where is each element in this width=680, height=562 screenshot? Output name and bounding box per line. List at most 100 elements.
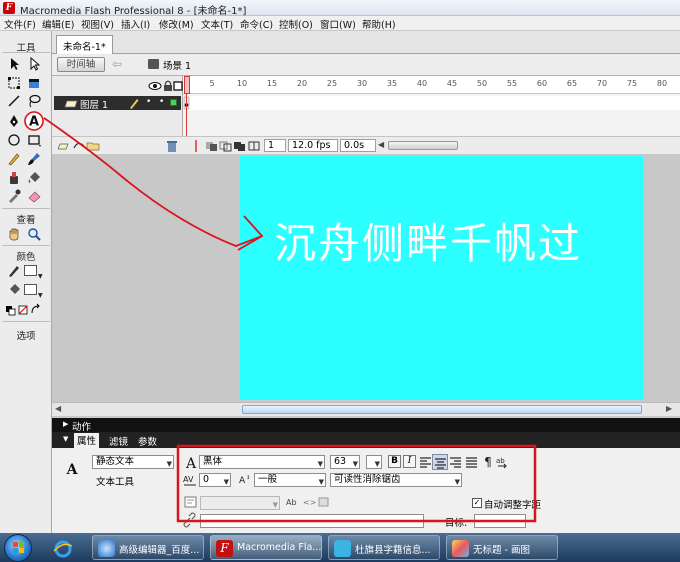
line-tool-icon[interactable]: [6, 93, 22, 109]
frame-rate-field[interactable]: 12.0 fps: [288, 139, 338, 152]
back-arrow-icon[interactable]: ⇦: [112, 57, 122, 71]
pencil-tool-icon[interactable]: [6, 151, 22, 167]
center-frame-icon[interactable]: [188, 138, 204, 154]
pen-tool-icon[interactable]: [6, 113, 22, 129]
tab-properties[interactable]: 属性: [74, 433, 100, 448]
stroke-color-icon: [6, 263, 22, 279]
frame-ruler[interactable]: 5 10 15 20 25 30 35 40 45 50 55 60 65 70…: [183, 76, 680, 94]
colors-heading: 颜色: [16, 252, 36, 263]
collapse-arrow-icon[interactable]: ▼: [63, 435, 68, 443]
tab-parameters[interactable]: 参数: [138, 434, 157, 448]
frame-number: 40: [416, 79, 428, 88]
justify-icon[interactable]: [464, 454, 480, 470]
taskbar-app-info[interactable]: 杜旗县字籍信息...: [328, 535, 440, 560]
scroll-left-icon[interactable]: ◀: [55, 404, 61, 413]
html-render-icon[interactable]: <>: [301, 494, 317, 510]
stage-text[interactable]: 沉舟侧畔千帆过: [274, 210, 582, 271]
no-color-icon[interactable]: [17, 302, 29, 318]
brush-tool-icon[interactable]: [26, 151, 42, 167]
baseline-select[interactable]: 一般 ▼: [254, 473, 326, 487]
link-field[interactable]: [200, 514, 424, 528]
menu-window[interactable]: 窗口(W): [320, 17, 356, 31]
italic-button[interactable]: I: [403, 455, 416, 468]
horizontal-scrollbar[interactable]: ◀ ▶: [52, 402, 680, 416]
border-icon[interactable]: [316, 494, 332, 510]
paint-bucket-tool-icon[interactable]: [26, 170, 42, 186]
target-select[interactable]: [474, 514, 526, 528]
eyedropper-tool-icon[interactable]: [6, 188, 22, 204]
align-right-icon[interactable]: [448, 454, 464, 470]
oval-tool-icon[interactable]: [6, 132, 22, 148]
url-link-field[interactable]: ▼: [200, 496, 280, 510]
text-tool-icon[interactable]: A: [24, 111, 44, 131]
auto-kern-checkbox[interactable]: ✓: [472, 498, 482, 508]
scroll-left-icon[interactable]: ◀: [378, 140, 384, 149]
scene-label[interactable]: 场景 1: [163, 58, 191, 72]
window-title: Macromedia Flash Professional 8 - [未命名-1…: [20, 6, 247, 17]
menu-view[interactable]: 视图(V): [81, 17, 114, 31]
zoom-tool-icon[interactable]: [26, 226, 42, 242]
text-type-select[interactable]: 静态文本 ▼: [92, 455, 174, 469]
fill-transform-tool-icon[interactable]: [26, 75, 42, 91]
timeline-scroll-thumb[interactable]: [388, 141, 458, 150]
playhead[interactable]: [184, 76, 190, 94]
bold-button[interactable]: B: [388, 455, 401, 468]
menu-insert[interactable]: 插入(I): [121, 17, 150, 31]
font-family-select[interactable]: 黑体 ▼: [199, 455, 325, 469]
frame-grid[interactable]: [183, 94, 680, 138]
actions-panel-header[interactable]: ▶ 动作: [52, 418, 680, 433]
baseline-value: 一般: [258, 474, 278, 485]
menu-control[interactable]: 控制(O): [279, 17, 313, 31]
arrow-tool-icon[interactable]: [6, 56, 22, 72]
timeline-toggle-button[interactable]: 时间轴: [57, 57, 105, 72]
taskbar-app-editor[interactable]: 高级编辑器_百度...: [92, 535, 204, 560]
fill-color-swatch[interactable]: [24, 284, 37, 295]
flash-app-icon: F: [216, 540, 233, 557]
stage[interactable]: 沉舟侧畔千帆过: [240, 156, 643, 400]
tool-name-label: 文本工具: [96, 477, 135, 488]
svg-text:↕: ↕: [246, 475, 250, 481]
menu-file[interactable]: 文件(F): [4, 17, 36, 31]
scroll-right-icon[interactable]: ▶: [666, 404, 672, 413]
insert-folder-icon[interactable]: [86, 138, 102, 154]
anti-alias-select[interactable]: 可读性消除锯齿 ▼: [330, 473, 462, 487]
baseline-icon: A ↕: [236, 472, 252, 488]
stroke-color-swatch[interactable]: [24, 265, 37, 276]
ink-bottle-tool-icon[interactable]: [6, 170, 22, 186]
rectangle-tool-icon[interactable]: [26, 132, 42, 148]
subselect-tool-icon[interactable]: [26, 56, 42, 72]
start-button[interactable]: [4, 534, 32, 562]
delete-layer-icon[interactable]: [164, 138, 180, 154]
layer-row[interactable]: 图层 1 • •: [54, 96, 181, 111]
letter-spacing-field[interactable]: 0 ▼: [199, 473, 231, 487]
menu-modify[interactable]: 修改(M): [159, 17, 194, 31]
swap-colors-icon[interactable]: [30, 302, 42, 318]
align-center-icon[interactable]: [432, 454, 448, 470]
font-size-field[interactable]: 63 ▼: [330, 455, 360, 469]
selectable-text-icon[interactable]: Ab: [285, 494, 301, 510]
frame-number: 45: [446, 79, 458, 88]
text-color-swatch[interactable]: ▼: [366, 455, 382, 469]
menu-help[interactable]: 帮助(H): [362, 17, 396, 31]
taskbar-app-flash[interactable]: F Macromedia Fla...: [210, 535, 322, 560]
internet-explorer-icon[interactable]: [52, 539, 74, 559]
menu-text[interactable]: 文本(T): [201, 17, 233, 31]
modify-onion-markers-icon[interactable]: [246, 138, 262, 154]
frame-number: 35: [386, 79, 398, 88]
black-white-icon[interactable]: [4, 302, 16, 318]
tab-filters[interactable]: 滤镜: [109, 434, 128, 448]
layer-visible-dot[interactable]: •: [146, 97, 151, 107]
document-tab[interactable]: 未命名-1*: [56, 35, 113, 54]
horizontal-scroll-thumb[interactable]: [242, 405, 642, 414]
taskbar-app-paint[interactable]: 无标题 - 画图: [446, 535, 558, 560]
layer-lock-dot[interactable]: •: [159, 97, 164, 107]
free-transform-tool-icon[interactable]: [6, 75, 22, 91]
expand-arrow-icon[interactable]: ▶: [63, 420, 68, 428]
menu-edit[interactable]: 编辑(E): [42, 17, 74, 31]
eraser-tool-icon[interactable]: [26, 188, 42, 204]
lasso-tool-icon[interactable]: [26, 93, 42, 109]
hand-tool-icon[interactable]: [6, 226, 22, 242]
layer-outline-color[interactable]: [170, 99, 177, 106]
text-direction-icon[interactable]: ab: [494, 454, 510, 470]
menu-commands[interactable]: 命令(C): [240, 17, 273, 31]
